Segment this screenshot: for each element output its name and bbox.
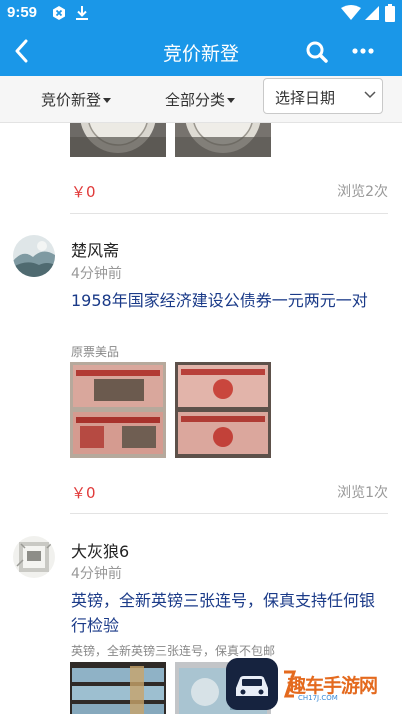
price-label: ￥0 — [71, 183, 96, 201]
avatar[interactable] — [13, 536, 55, 578]
post-time: 4分钟前 — [71, 266, 122, 282]
status-bar: 9:59 — [0, 0, 402, 27]
feed-list[interactable]: ￥0 浏览2次 楚风斋 4分钟前 1958年国家经济建设公债券一元两元一对 原票… — [0, 123, 402, 714]
view-count: 浏览2次 — [337, 184, 388, 200]
coin-photo[interactable] — [70, 123, 166, 157]
coin-photo[interactable] — [175, 123, 271, 157]
watermark-subtext: CH17J.COM — [298, 694, 338, 702]
post-description: 原票美品 — [71, 345, 120, 359]
wifi-icon — [341, 5, 361, 20]
date-select[interactable]: 选择日期 — [263, 78, 383, 114]
category-filter[interactable]: 全部分类 — [165, 89, 236, 110]
view-count: 浏览1次 — [337, 485, 388, 501]
price-label: ￥0 — [71, 484, 96, 502]
category-filter-label: 全部分类 — [165, 91, 226, 109]
bond-photo[interactable] — [175, 362, 271, 458]
caret-down-icon — [227, 98, 236, 103]
chevron-down-icon — [364, 91, 376, 99]
post-description: 英镑，全新英镑三张连号，保真不包邮 — [71, 644, 276, 658]
caret-down-icon — [103, 98, 112, 103]
listing-filter[interactable]: 竞价新登 — [41, 89, 112, 110]
listing-filter-label: 竞价新登 — [41, 91, 102, 109]
avatar[interactable] — [13, 235, 55, 277]
more-icon[interactable] — [352, 48, 374, 54]
username[interactable]: 大灰狼6 — [71, 538, 129, 562]
battery-icon — [385, 4, 395, 22]
hex-app-icon — [53, 6, 65, 20]
nav-bar: 竞价新登 — [0, 27, 402, 76]
banknote-photo[interactable] — [70, 662, 166, 714]
date-select-label: 选择日期 — [275, 89, 336, 107]
divider — [70, 513, 388, 514]
search-icon[interactable] — [305, 40, 329, 64]
post-title[interactable]: 1958年国家经济建设公债券一元两元一对 — [71, 288, 386, 313]
bond-photo[interactable] — [70, 362, 166, 458]
post-title[interactable]: 英镑，全新英镑三张连号，保真支持任何银行检验 — [71, 588, 386, 638]
car-app-icon[interactable] — [226, 658, 278, 710]
divider — [70, 213, 388, 214]
page-title: 竞价新登 — [162, 43, 239, 65]
post-time: 4分钟前 — [71, 566, 122, 582]
cell-signal-icon — [365, 6, 379, 20]
username[interactable]: 楚风斋 — [71, 237, 119, 261]
download-icon — [76, 6, 88, 20]
status-time: 9:59 — [7, 4, 38, 21]
